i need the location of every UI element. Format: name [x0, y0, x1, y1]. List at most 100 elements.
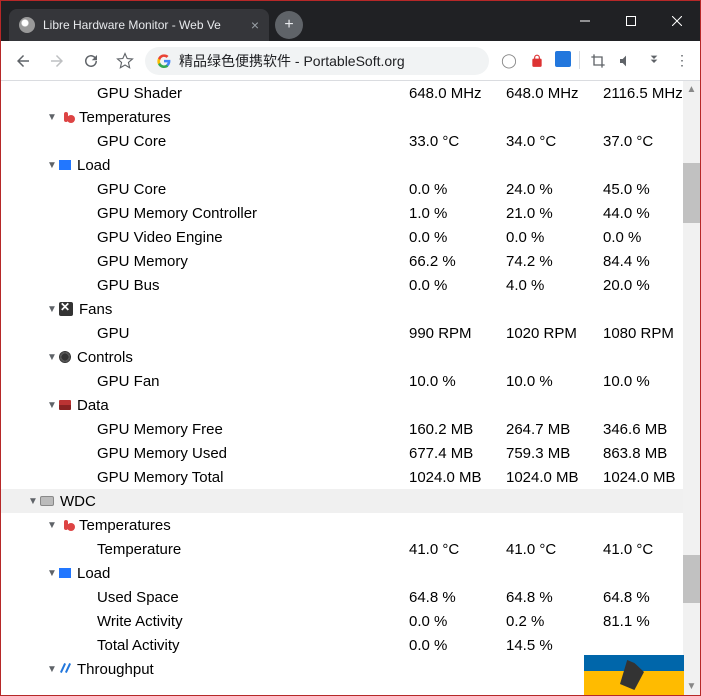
browser-tab[interactable]: Libre Hardware Monitor - Web Ve ×: [9, 9, 269, 41]
tree-row[interactable]: Used Space64.8 %64.8 %64.8 %: [1, 585, 700, 609]
row-label: Fans: [79, 301, 112, 318]
value-cell: 264.7 MB: [506, 421, 603, 438]
tab-close-icon[interactable]: ×: [251, 17, 259, 33]
tree-row[interactable]: Total Activity0.0 %14.5 %: [1, 633, 700, 657]
window-controls: [562, 1, 700, 41]
expand-chevron-icon[interactable]: ▼: [45, 400, 59, 411]
row-label: GPU Core: [97, 133, 166, 150]
row-label: GPU: [97, 325, 130, 342]
window-close-button[interactable]: [654, 1, 700, 41]
tree-row[interactable]: GPU Fan10.0 %10.0 %10.0 %: [1, 369, 700, 393]
row-label: GPU Memory Controller: [97, 205, 257, 222]
tab-title: Libre Hardware Monitor - Web Ve: [43, 18, 243, 32]
extension-icon[interactable]: [555, 51, 571, 67]
tree-row[interactable]: GPU Video Engine0.0 %0.0 %0.0 %: [1, 225, 700, 249]
scrollbar[interactable]: ▲ ▼: [683, 81, 700, 695]
menu-icon[interactable]: ⋮: [672, 51, 692, 71]
tree-row[interactable]: GPU990 RPM1020 RPM1080 RPM: [1, 321, 700, 345]
tree-row[interactable]: ▼ Temperatures: [1, 513, 700, 537]
value-cell: 10.0 %: [506, 373, 603, 390]
tree-row[interactable]: GPU Shader648.0 MHz648.0 MHz2116.5 MHz: [1, 81, 700, 105]
row-label: WDC: [60, 493, 96, 510]
new-tab-button[interactable]: +: [275, 11, 303, 39]
tree-row[interactable]: Write Activity0.0 %0.2 %81.1 %: [1, 609, 700, 633]
value-cell: 24.0 %: [506, 181, 603, 198]
value-cell: 21.0 %: [506, 205, 603, 222]
value-cell: 759.3 MB: [506, 445, 603, 462]
expand-chevron-icon[interactable]: ▼: [45, 304, 59, 315]
crop-icon[interactable]: [588, 51, 608, 71]
overlay-widget: [584, 655, 684, 695]
expand-chevron-icon[interactable]: ▼: [45, 112, 59, 123]
row-label: GPU Fan: [97, 373, 160, 390]
maximize-button[interactable]: [608, 1, 654, 41]
tree-row[interactable]: ▼ Data: [1, 393, 700, 417]
scroll-down-arrow[interactable]: ▼: [683, 678, 700, 695]
address-text: 精品绿色便携软件 - PortableSoft.org: [179, 51, 405, 71]
tree-row[interactable]: ▼ Fans: [1, 297, 700, 321]
row-label: Temperatures: [79, 109, 171, 126]
favicon: [19, 17, 35, 33]
expand-chevron-icon[interactable]: ▼: [45, 352, 59, 363]
thru-icon: [59, 663, 71, 675]
scrollbar-thumb[interactable]: [683, 555, 700, 603]
value-cell: 160.2 MB: [409, 421, 506, 438]
value-cell: 1024.0 MB: [409, 469, 506, 486]
value-cell: 64.8 %: [409, 589, 506, 606]
value-cell: 64.8 %: [506, 589, 603, 606]
row-label: Used Space: [97, 589, 179, 606]
tree-row[interactable]: GPU Core0.0 %24.0 %45.0 %: [1, 177, 700, 201]
chevrons-icon[interactable]: [644, 51, 664, 71]
value-cell: 0.0 %: [409, 637, 506, 654]
reload-button[interactable]: [77, 47, 105, 75]
bookmark-star-icon[interactable]: [111, 47, 139, 75]
tree-row[interactable]: GPU Core33.0 °C34.0 °C37.0 °C: [1, 129, 700, 153]
row-label: Temperature: [97, 541, 181, 558]
row-label: Temperatures: [79, 517, 171, 534]
sound-icon[interactable]: [616, 51, 636, 71]
row-label: Load: [77, 157, 110, 174]
divider: [579, 51, 580, 69]
row-label: Data: [77, 397, 109, 414]
tree-row[interactable]: ▼ WDC: [1, 489, 700, 513]
row-label: GPU Memory Free: [97, 421, 223, 438]
tree-row[interactable]: Temperature41.0 °C41.0 °C41.0 °C: [1, 537, 700, 561]
tree-row[interactable]: ▼ Load: [1, 153, 700, 177]
tree-row[interactable]: GPU Memory Free160.2 MB264.7 MB346.6 MB: [1, 417, 700, 441]
tree-row[interactable]: GPU Memory66.2 %74.2 %84.4 %: [1, 249, 700, 273]
expand-chevron-icon[interactable]: ▼: [45, 520, 59, 531]
expand-chevron-icon[interactable]: ▼: [26, 496, 40, 507]
row-label: Controls: [77, 349, 133, 366]
row-label: GPU Bus: [97, 277, 160, 294]
value-cell: 74.2 %: [506, 253, 603, 270]
expand-chevron-icon[interactable]: ▼: [45, 568, 59, 579]
minimize-button[interactable]: [562, 1, 608, 41]
google-icon: [157, 54, 171, 68]
browser-toolbar: 精品绿色便携软件 - PortableSoft.org ◯ ⋮: [1, 41, 700, 81]
tree-row[interactable]: ▼ Controls: [1, 345, 700, 369]
thermo-icon: [64, 520, 68, 530]
back-button[interactable]: [9, 47, 37, 75]
value-cell: 0.0 %: [409, 181, 506, 198]
row-label: GPU Shader: [97, 85, 182, 102]
tree-row[interactable]: GPU Memory Total1024.0 MB1024.0 MB1024.0…: [1, 465, 700, 489]
value-cell: 648.0 MHz: [409, 85, 506, 102]
lock-icon[interactable]: [527, 51, 547, 71]
tree-row[interactable]: ▼ Temperatures: [1, 105, 700, 129]
expand-chevron-icon[interactable]: ▼: [45, 160, 59, 171]
row-label: Throughput: [77, 661, 154, 678]
tree-row[interactable]: GPU Bus0.0 %4.0 %20.0 %: [1, 273, 700, 297]
expand-chevron-icon[interactable]: ▼: [45, 664, 59, 675]
address-bar[interactable]: 精品绿色便携软件 - PortableSoft.org: [145, 47, 489, 75]
sensor-tree: GPU Shader648.0 MHz648.0 MHz2116.5 MHz▼T…: [1, 81, 700, 681]
tree-row[interactable]: GPU Memory Used677.4 MB759.3 MB863.8 MB: [1, 441, 700, 465]
value-cell: 0.0 %: [409, 613, 506, 630]
row-label: Total Activity: [97, 637, 180, 654]
tree-row[interactable]: ▼ Load: [1, 561, 700, 585]
row-label: Load: [77, 565, 110, 582]
forward-button[interactable]: [43, 47, 71, 75]
cookie-icon[interactable]: ◯: [499, 51, 519, 71]
scroll-up-arrow[interactable]: ▲: [683, 81, 700, 98]
tree-row[interactable]: GPU Memory Controller1.0 %21.0 %44.0 %: [1, 201, 700, 225]
scrollbar-thumb[interactable]: [683, 163, 700, 223]
